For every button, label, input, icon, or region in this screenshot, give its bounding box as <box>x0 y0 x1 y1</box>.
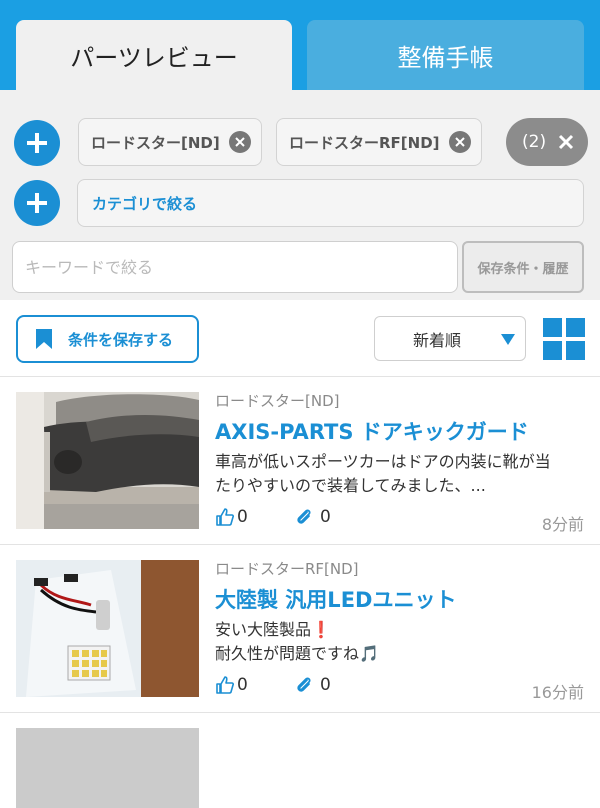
car-filter-chip[interactable]: ロードスター[ND] <box>78 118 262 166</box>
plus-icon <box>27 133 47 153</box>
add-category-filter-button[interactable] <box>14 180 60 226</box>
item-thumbnail-placeholder[interactable] <box>16 728 199 808</box>
paperclip-icon <box>297 677 311 692</box>
like-count[interactable]: 0 <box>215 675 248 695</box>
remove-chip-icon[interactable] <box>229 131 251 153</box>
divider <box>0 712 600 713</box>
item-excerpt-line: 車高が低いスポーツカーはドアの内装に靴が当 <box>215 452 551 471</box>
car-filter-chip-label: ロードスターRF[ND] <box>289 133 440 152</box>
item-title[interactable]: AXIS-PARTS ドアキックガード <box>215 416 529 446</box>
like-count-value: 0 <box>237 507 248 527</box>
list-item[interactable]: ロードスターRF[ND] 大陸製 汎用LEDユニット 安い大陸製品❗️ 耐久性が… <box>0 545 600 713</box>
grid-view-icon[interactable] <box>543 318 585 360</box>
add-car-filter-button[interactable] <box>14 120 60 166</box>
saved-conditions-history-button[interactable]: 保存条件・履歴 <box>462 241 584 293</box>
thumbs-up-icon <box>216 676 234 694</box>
like-count-value: 0 <box>237 675 248 695</box>
car-filter-chip[interactable]: ロードスターRF[ND] <box>276 118 482 166</box>
more-filters-chip[interactable]: (2) <box>506 118 588 166</box>
item-excerpt: 車高が低いスポーツカーはドアの内装に靴が当 たりやすいので装着してみました、..… <box>215 450 585 498</box>
keyword-search-input[interactable] <box>12 241 458 293</box>
category-filter-label: カテゴリで絞る <box>92 194 198 213</box>
item-excerpt-line: 安い大陸製品❗️ <box>215 620 331 639</box>
item-thumbnail-door-interior <box>16 392 199 529</box>
thumbs-up-icon <box>216 508 234 526</box>
category-filter-field[interactable]: カテゴリで絞る <box>77 179 584 227</box>
more-filters-count: (2) <box>522 132 547 152</box>
item-excerpt-line: たりやすいので装着してみました、... <box>215 476 486 495</box>
clip-count[interactable]: 0 <box>294 675 331 695</box>
paperclip-icon <box>297 509 311 524</box>
clip-count-value: 0 <box>320 675 331 695</box>
remove-chip-icon[interactable] <box>449 131 471 153</box>
save-conditions-button[interactable]: 条件を保存する <box>16 315 199 363</box>
tab-maintenance-log[interactable]: 整備手帳 <box>307 20 584 90</box>
item-car-name: ロードスター[ND] <box>215 392 340 410</box>
item-timestamp: 8分前 <box>541 515 584 534</box>
tab-parts-review[interactable]: パーツレビュー <box>16 20 292 90</box>
dropdown-triangle-icon <box>501 334 515 345</box>
sort-order-select[interactable]: 新着順 <box>374 316 526 361</box>
clip-count-value: 0 <box>320 507 331 527</box>
save-conditions-label: 条件を保存する <box>68 330 174 349</box>
item-title[interactable]: 大陸製 汎用LEDユニット <box>215 584 456 614</box>
item-excerpt-line: 耐久性が問題ですね🎵 <box>215 644 379 663</box>
clip-count[interactable]: 0 <box>294 507 331 527</box>
tab-header: パーツレビュー 整備手帳 <box>0 0 600 90</box>
item-timestamp: 16分前 <box>531 683 584 702</box>
bookmark-icon <box>36 329 52 349</box>
car-filter-chip-label: ロードスター[ND] <box>91 133 220 152</box>
plus-icon <box>27 193 47 213</box>
list-item[interactable]: ロードスター[ND] AXIS-PARTS ドアキックガード 車高が低いスポーツ… <box>0 377 600 545</box>
sort-order-value: 新着順 <box>413 330 462 350</box>
close-icon[interactable] <box>558 134 574 150</box>
item-car-name: ロードスターRF[ND] <box>215 560 359 578</box>
item-thumbnail-led-unit <box>16 560 199 697</box>
like-count[interactable]: 0 <box>215 507 248 527</box>
item-excerpt: 安い大陸製品❗️ 耐久性が問題ですね🎵 <box>215 618 585 666</box>
